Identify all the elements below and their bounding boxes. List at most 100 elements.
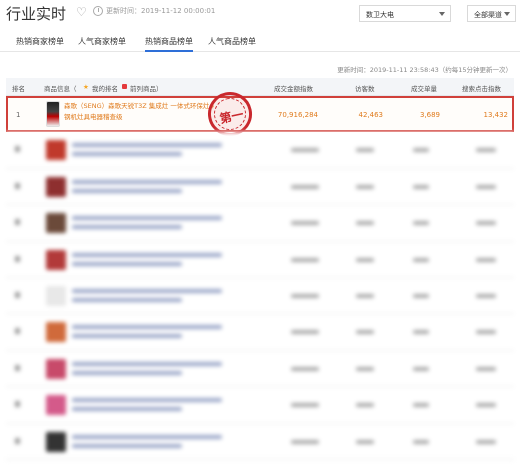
table-row[interactable] [6,241,514,278]
clock-icon [93,6,103,16]
product-title-blurred[interactable] [72,325,222,330]
tab-popular-products[interactable]: 人气商品榜单 [208,36,256,52]
metric-cell-blurred [413,366,429,371]
tab-bar: 热销商家榜单 人气商家榜单 热销商品榜单 人气商品榜单 [0,32,520,52]
product-title[interactable]: 森歌（SENG）森歌天锐T3Z 集成灶 一体式环保灶 带消毒柜 蒸烤灶 地排式防… [64,101,224,123]
product-title-blurred[interactable] [72,370,182,375]
metric-cell-blurred [476,148,496,153]
product-title-blurred[interactable] [72,152,182,157]
product-thumbnail[interactable] [46,249,66,270]
product-title-blurred[interactable] [72,143,222,148]
product-title-blurred[interactable] [72,188,182,193]
table-row[interactable] [6,387,514,424]
refresh-time: 更新时间：2019-11-11 23:58:43（约每15分钟更新一次） [337,66,512,74]
table-row[interactable]: 1 森歌（SENG）森歌天锐T3Z 集成灶 一体式环保灶 带消毒柜 蒸烤灶 地排… [6,87,514,141]
rank-cell-blurred [15,291,20,298]
product-thumbnail[interactable] [46,101,60,127]
metric-cell-blurred [476,330,496,335]
product-title-blurred[interactable] [72,334,182,339]
product-title-blurred[interactable] [72,225,182,230]
rank-cell-blurred [15,219,20,226]
col-rank: 排名 [12,85,25,93]
metric-cell-blurred [413,293,429,298]
table-row[interactable] [6,350,514,388]
metric-cell-blurred [476,221,496,226]
table-row[interactable] [6,205,514,242]
product-title-blurred[interactable] [72,216,222,221]
product-title-line1: 森歌（SENG）森歌天锐T3Z 集成灶 一体式环保灶 带消毒柜 蒸烤灶 地排式防… [64,102,214,110]
metric-cell-blurred [413,148,429,153]
product-title-blurred[interactable] [72,407,182,412]
table-row[interactable] [6,314,514,351]
metric-cell-blurred [413,221,429,226]
category-select-value: 数卫大电 [366,11,394,19]
col-top-products: 前列商品） [130,85,163,93]
update-time: 更新时间：2019-11-12 00:00:01 [106,7,216,15]
product-thumbnail[interactable] [46,285,66,306]
col-product-info: 商品信息（ [44,85,77,93]
product-thumbnail[interactable] [46,431,66,452]
rank-cell-blurred [15,437,20,444]
rank-cell-blurred [15,182,20,189]
visitors-cell: 42,463 [358,111,384,119]
rank-cell-blurred [15,328,20,335]
table-row[interactable] [6,423,514,460]
heart-icon[interactable]: ♡ [76,5,87,19]
rank-cell-blurred [15,401,20,408]
chevron-down-icon [504,12,510,16]
metric-cell-blurred [291,439,319,444]
search-click-cell: 13,432 [483,111,509,119]
table-row[interactable] [6,132,514,169]
metric-cell-blurred [291,366,319,371]
rank-cell-blurred [15,364,20,371]
metric-cell-blurred [476,184,496,189]
tab-hot-products[interactable]: 热销商品榜单 [145,36,193,52]
product-title-blurred[interactable] [72,434,222,439]
product-title-line2: 钢机灶具电器稽查级 [64,113,123,121]
tab-hot-sellers[interactable]: 热销商家榜单 [16,36,64,52]
product-thumbnail[interactable] [46,358,66,379]
metric-cell-blurred [291,257,319,262]
metric-cell-blurred [291,330,319,335]
star-icon: ★ [83,83,89,91]
product-thumbnail[interactable] [46,176,66,197]
metric-cell-blurred [413,257,429,262]
metric-cell-blurred [413,403,429,408]
product-title-blurred[interactable] [72,443,182,448]
product-title-blurred[interactable] [72,361,222,366]
product-thumbnail[interactable] [46,140,66,161]
col-my-rank: 我的排名 [92,85,118,93]
product-title-blurred[interactable] [72,288,222,293]
metric-cell-blurred [476,293,496,298]
metric-cell-blurred [356,221,374,226]
table-row[interactable] [6,277,514,315]
product-title-blurred[interactable] [72,252,222,257]
product-title-blurred[interactable] [72,261,182,266]
rank-cell-blurred [15,255,20,262]
orders-cell: 3,689 [419,111,440,119]
channel-select[interactable]: 全部渠道 [467,5,516,22]
metric-cell-blurred [291,184,319,189]
metric-cell-blurred [291,148,319,153]
metric-cell-blurred [413,330,429,335]
product-thumbnail[interactable] [46,322,66,343]
product-thumbnail[interactable] [46,395,66,416]
product-thumbnail[interactable] [46,213,66,234]
blurred-rows [6,132,514,460]
col-visitors: 访客数 [355,85,375,93]
metric-cell-blurred [356,366,374,371]
product-title-blurred[interactable] [72,297,182,302]
product-title-blurred[interactable] [72,398,222,403]
product-title-blurred[interactable] [72,179,222,184]
metric-cell-blurred [356,148,374,153]
metric-cell-blurred [356,293,374,298]
col-orders: 成交单量 [411,85,437,93]
metric-cell-blurred [356,257,374,262]
category-select[interactable]: 数卫大电 [359,5,451,22]
metric-cell-blurred [356,330,374,335]
col-amount-index: 成交金额指数 [274,85,313,93]
metric-cell-blurred [476,403,496,408]
tab-popular-sellers[interactable]: 人气商家榜单 [78,36,126,52]
table-row[interactable] [6,168,514,206]
chevron-down-icon [439,12,445,16]
